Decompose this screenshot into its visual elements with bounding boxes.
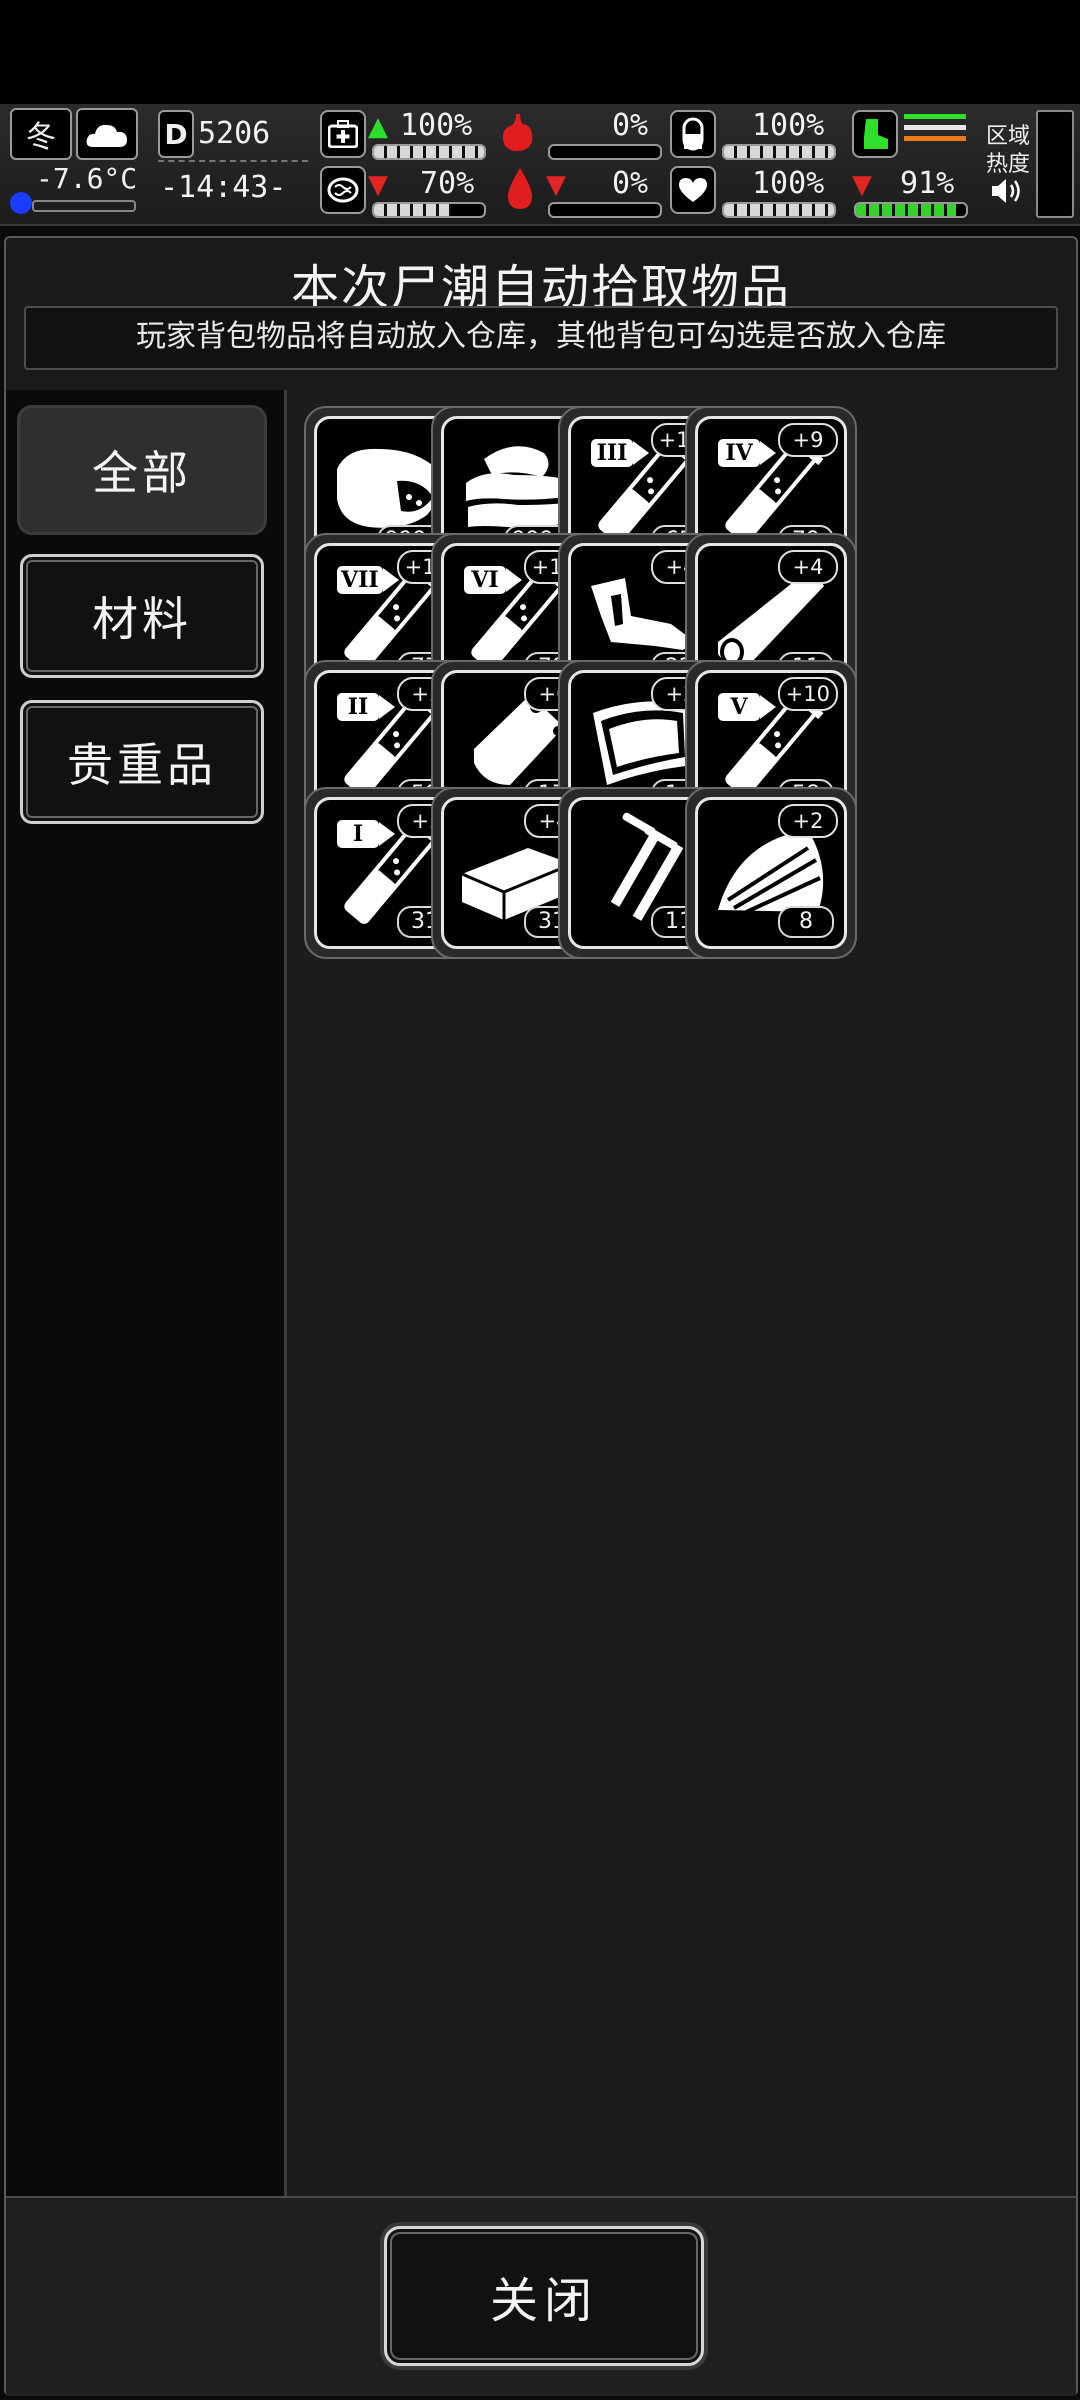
day-counter: 5206	[198, 116, 271, 151]
mental-bar	[372, 202, 486, 218]
panel-subtitle: 玩家背包物品将自动放入仓库，其他背包可勾选是否放入仓库	[24, 306, 1058, 370]
hunger-bar	[548, 144, 662, 160]
health-value: 100%	[400, 108, 473, 143]
heart-icon	[670, 166, 716, 214]
close-button-label: 关闭	[489, 2273, 598, 2329]
armor-bar	[722, 144, 836, 160]
item-tier-badge: VII	[337, 566, 399, 594]
mood-bar	[722, 202, 836, 218]
item-bonus-bubble: +10	[777, 677, 838, 711]
stamina-value: 91%	[900, 166, 955, 201]
day-divider	[158, 160, 308, 168]
item-tier-badge: I	[337, 820, 395, 848]
category-sidebar: 全部 材料 贵重品	[6, 390, 287, 2196]
bleed-down-arrow-icon: ▼	[546, 170, 566, 200]
mental-down-arrow-icon: ▼	[368, 170, 388, 200]
tab-materials[interactable]: 材料	[20, 554, 264, 678]
tab-all[interactable]: 全部	[20, 408, 264, 532]
health-bar	[372, 144, 486, 160]
pill-icon	[670, 110, 716, 158]
system-status-bar	[0, 0, 1080, 104]
season-badge: 冬	[10, 108, 72, 160]
item-tier-badge: III	[591, 439, 649, 467]
bleed-bar	[548, 202, 662, 218]
season-label: 冬	[26, 120, 56, 155]
stamina-stripes-icon	[904, 114, 966, 154]
item-tier-badge: V	[718, 693, 776, 721]
item-slot-frame: +2 8	[695, 797, 847, 949]
item-tier-badge: VI	[464, 566, 522, 594]
mood-value: 100%	[752, 166, 825, 201]
armor-value: 100%	[752, 108, 825, 143]
boot-icon	[852, 110, 898, 158]
blood-drop-icon	[500, 166, 540, 212]
temperature-indicator-icon	[10, 192, 32, 214]
temperature-text: -7.6°C	[36, 162, 138, 195]
tab-materials-label: 材料	[92, 592, 192, 646]
tab-all-label: 全部	[92, 446, 192, 500]
stamina-bar	[854, 202, 968, 218]
bleed-value: 0%	[612, 166, 649, 201]
item-grid: 999+999+III+1165IV+979VII+1177VI+1279+42…	[288, 390, 1074, 2196]
clock-time: -14:43-	[160, 170, 287, 205]
item-tier-badge: II	[337, 693, 395, 721]
hud-bar: 冬 -7.6°C D 5206 -14:43- ▲ 100% ▼ 70% 0% …	[0, 104, 1080, 226]
region-heat-meter	[1036, 110, 1074, 218]
brain-icon	[320, 166, 366, 214]
region-label-2: 热度	[986, 152, 1031, 177]
item-bonus-bubble: +4	[778, 550, 838, 584]
stamina-down-arrow-icon: ▼	[852, 170, 872, 200]
item-bonus-bubble: +9	[778, 423, 838, 457]
panel-footer: 关闭	[6, 2196, 1076, 2396]
hunger-value: 0%	[612, 108, 649, 143]
tab-valuables[interactable]: 贵重品	[20, 700, 264, 824]
item-count-badge: 8	[778, 906, 834, 938]
auto-loot-panel: 本次尸潮自动拾取物品 玩家背包物品将自动放入仓库，其他背包可勾选是否放入仓库 全…	[4, 236, 1078, 2396]
health-up-arrow-icon: ▲	[368, 112, 388, 142]
item-bonus-bubble: +2	[778, 804, 838, 838]
temperature-track	[32, 200, 136, 212]
stomach-icon	[494, 110, 542, 156]
tab-valuables-label: 贵重品	[67, 738, 217, 792]
close-button[interactable]: 关闭	[384, 2226, 704, 2366]
weather-cloud-icon	[76, 108, 138, 160]
day-prefix: D	[164, 117, 188, 151]
mental-value: 70%	[420, 166, 475, 201]
item-slot[interactable]: +2 8	[685, 787, 857, 959]
item-tier-badge: IV	[718, 439, 776, 467]
speaker-icon[interactable]	[990, 176, 1024, 206]
medkit-icon	[320, 110, 366, 158]
day-prefix-badge: D	[158, 110, 194, 158]
